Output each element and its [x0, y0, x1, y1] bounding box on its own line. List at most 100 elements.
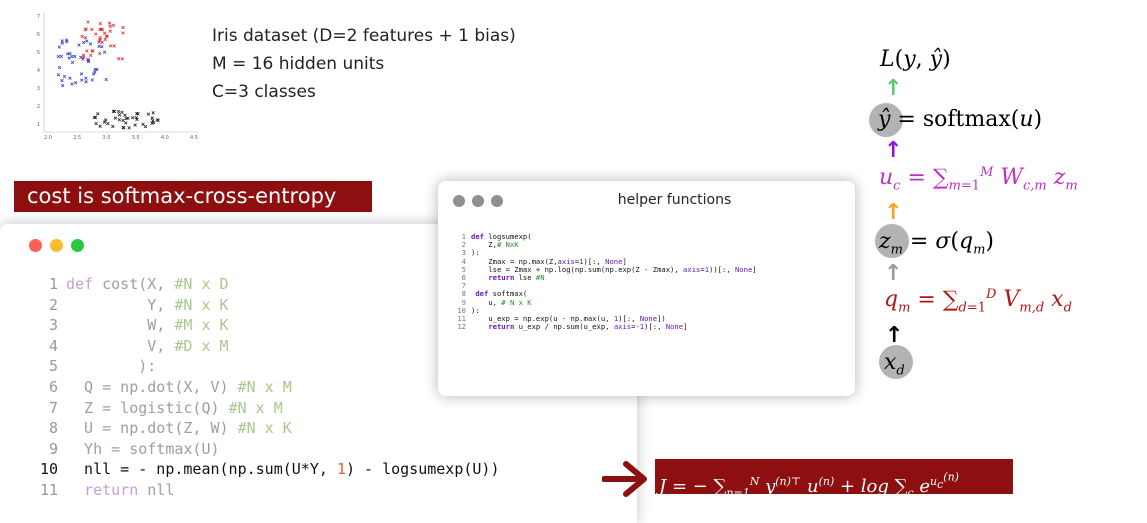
scatter-point: [82, 40, 86, 45]
window-title: helper functions: [617, 192, 732, 208]
y-tick-label: 4: [37, 68, 40, 74]
line-number: 1: [48, 275, 58, 293]
up-arrow-icon: ↑: [884, 138, 903, 163]
line-number: 3: [48, 316, 58, 335]
code-listing: 1 def cost(X, #N x D2 Y, #N x K 3 W, #M x …: [28, 274, 500, 501]
scatter-point: [121, 25, 125, 30]
scatter-point: [56, 54, 61, 59]
scatter-point: [103, 37, 107, 42]
line-number: 10: [39, 460, 58, 479]
close-icon[interactable]: [29, 239, 42, 252]
y-tick-label: 7: [37, 14, 40, 20]
code-line: 6 return lse #N: [456, 272, 757, 282]
scatter-point: [98, 124, 102, 128]
scatter-point: [133, 123, 137, 127]
code-text: u, # N x K: [471, 297, 532, 307]
line-number: 8: [48, 419, 58, 438]
scatter-point: [107, 21, 112, 25]
y-tick-label: 1: [37, 122, 40, 128]
z-equation: zm = σ(qm): [879, 229, 994, 258]
scatter-point: [80, 78, 84, 82]
hidden-units-line: M = 16 hidden units: [212, 54, 385, 74]
code-text: Q = np.dot(X, V) #N x M: [66, 377, 292, 396]
scatter-point: [104, 77, 108, 82]
scatter-point: [77, 43, 81, 47]
scatter-point: [84, 79, 88, 84]
helper-code-listing: 1 def logsumexp(2 Z,# NxK 3): 4 Zmax = np.m…: [456, 232, 757, 331]
code-line: 8 U = np.dot(Z, W) #N x K: [28, 418, 500, 439]
window-controls: [29, 239, 84, 252]
scatter-point: [84, 76, 88, 80]
up-arrow-icon: ↑: [885, 323, 904, 348]
scatter-point: [116, 109, 121, 114]
code-text: return nll: [84, 480, 175, 499]
code-text: W, #M x K: [66, 316, 229, 335]
scatter-point: [79, 55, 83, 60]
scatter-point: [96, 112, 100, 116]
scatter-point: [98, 21, 102, 26]
code-text: V, #D x M: [66, 336, 229, 355]
scatter-point: [123, 113, 127, 117]
line-number: 4: [48, 336, 58, 355]
scatter-point: [90, 27, 94, 32]
scatter-point: [79, 72, 84, 76]
x-tick-label: 2.5: [73, 135, 81, 140]
line-number: 2: [48, 295, 58, 314]
line-number: 7: [48, 398, 58, 417]
scatter-point: [56, 73, 61, 77]
y-tick-label: 5: [37, 50, 40, 56]
right-arrow-icon: [602, 461, 647, 497]
y-tick-label: 2: [37, 104, 40, 110]
scatter-point: [111, 124, 115, 129]
scatter-point: [98, 51, 102, 56]
code-text: Y, #N x K: [66, 295, 229, 314]
q-equation: qm = ∑d=1D Vm,d xd: [884, 287, 1072, 316]
up-arrow-icon: ↑: [884, 200, 903, 225]
minimize-icon[interactable]: [50, 239, 63, 252]
scatter-point: [113, 116, 118, 120]
scatter-point: [89, 53, 93, 58]
scatter-point: [68, 76, 72, 80]
scatter-point: [88, 42, 93, 46]
scatter-point: [70, 60, 75, 65]
scatter-point: [57, 45, 61, 49]
y-tick-label: 3: [37, 86, 40, 92]
scatter-point: [83, 36, 88, 40]
scatter-point: [120, 110, 124, 114]
code-text: return lse #N: [488, 272, 545, 282]
maximize-icon[interactable]: [71, 239, 84, 252]
scatter-point: [124, 121, 128, 125]
scatter-point: [117, 113, 122, 117]
loss-formula: J = − ∑n=1N y(n)⊤ u(n) + log ∑c euc(n): [655, 459, 1013, 499]
scatter-point: [98, 35, 102, 40]
x-tick-label: 3.5: [132, 135, 140, 140]
scatter-point: [90, 78, 95, 82]
code-line: 7 Z = logistic(Q) #N x M: [28, 398, 500, 419]
scatter-point: [111, 23, 116, 27]
code-line: 4 V, #D x M: [28, 336, 500, 357]
up-arrow-icon: ↑: [884, 76, 903, 101]
u-equation: uc = ∑m=1M Wc,m zm: [879, 165, 1078, 194]
code-line: 5 ):: [28, 356, 500, 377]
scatter-point: [127, 126, 131, 130]
scatter-point: [86, 20, 90, 24]
scatter-point: [108, 24, 112, 29]
scatter-point: [57, 65, 62, 70]
x-label: xd: [884, 350, 905, 379]
scatter-point: [84, 27, 88, 31]
scatter-point: [108, 44, 113, 48]
scatter-point: [102, 31, 107, 35]
line-number: 9: [48, 439, 58, 458]
scatter-point: [73, 81, 78, 85]
scatter-point: [62, 74, 67, 79]
line-number: 5: [48, 357, 58, 376]
scatter-point: [102, 50, 107, 54]
code-line: 11 return nll: [28, 480, 500, 501]
code-line: 1 def cost(X, #N x D: [28, 274, 500, 295]
code-line: 6 Q = np.dot(X, V) #N x M: [28, 377, 500, 398]
loss-label: L(y, ŷ): [880, 47, 951, 72]
x-tick-label: 3.0: [102, 135, 110, 140]
line-number: 11: [39, 480, 58, 499]
scatter-point: [60, 41, 64, 45]
dataset-description: Iris dataset (D=2 features + 1 bias) M =…: [212, 22, 516, 106]
